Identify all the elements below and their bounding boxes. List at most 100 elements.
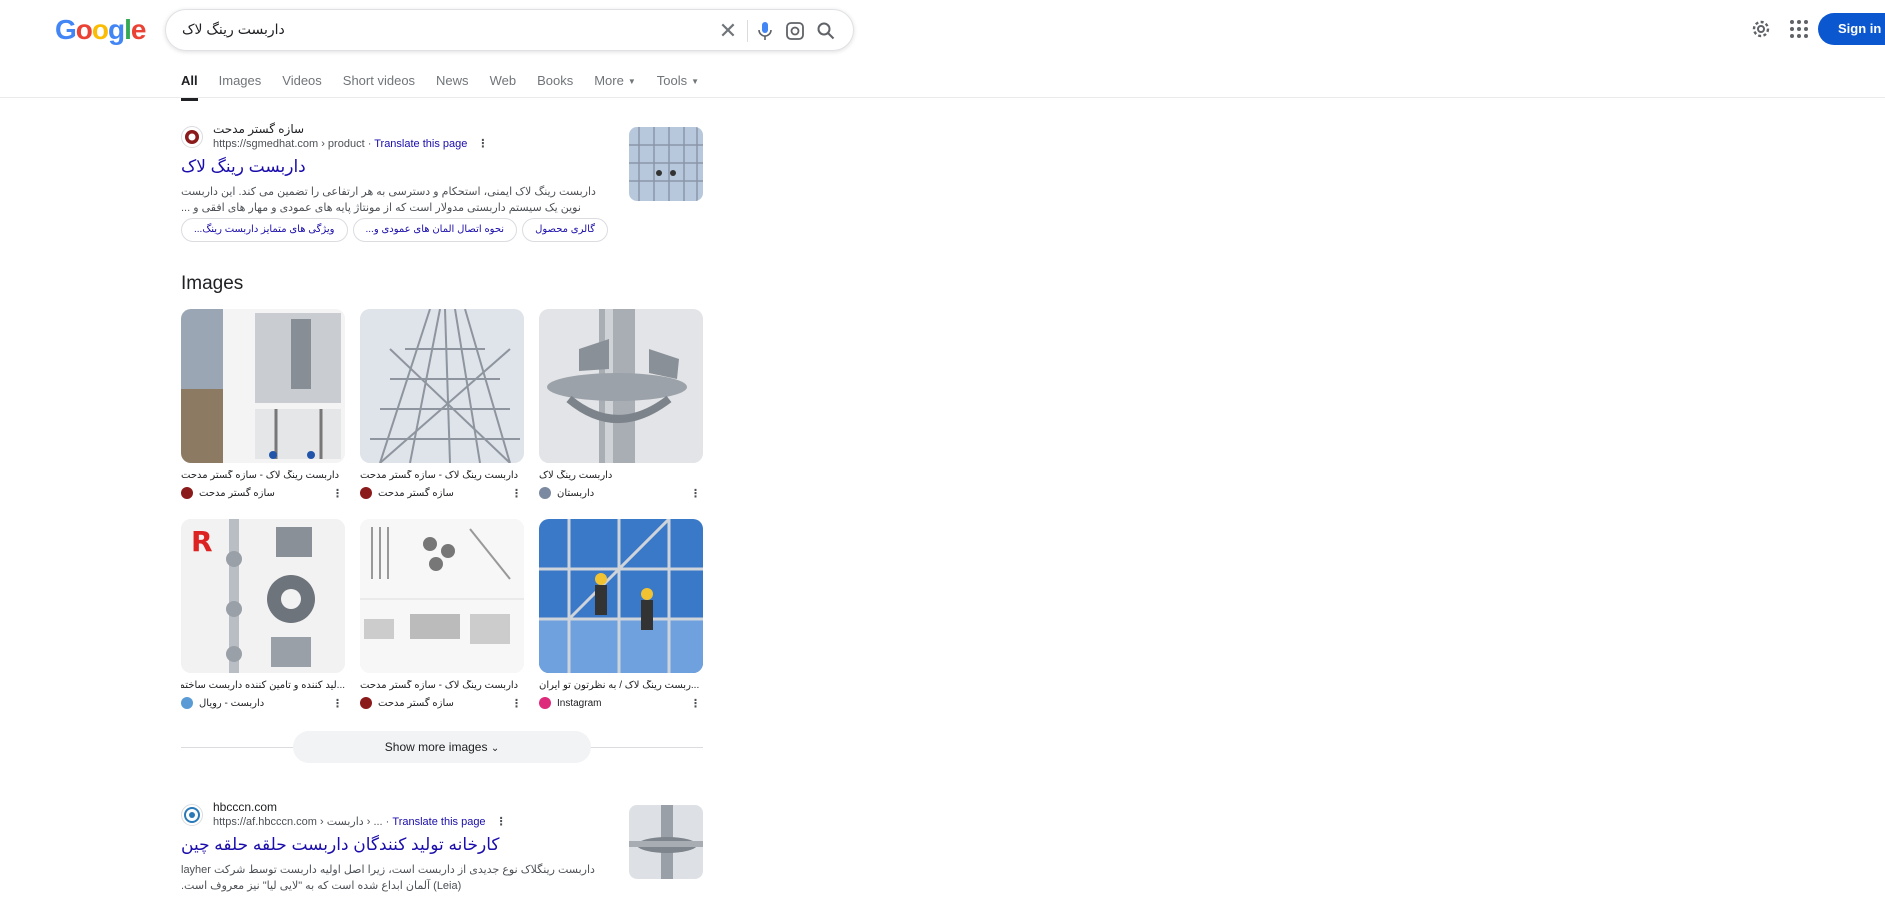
more-vert-icon[interactable]: ⋮	[511, 697, 522, 710]
tab-web[interactable]: Web	[490, 73, 517, 101]
tab-more[interactable]: More ▼	[594, 73, 636, 101]
image-source: سازه گستر مدحت ⋮	[360, 697, 524, 710]
more-vert-icon[interactable]: ⋮	[690, 487, 701, 500]
tab-all[interactable]: All	[181, 73, 198, 101]
logo-letter: G	[55, 14, 77, 45]
search-input[interactable]: داربست رینگ لاک	[182, 21, 285, 38]
image-caption: ...ربست رینگ لاک / به نظرتون تو ایران	[539, 680, 700, 691]
image-source: داربست - رویال ⋮	[181, 697, 345, 710]
google-logo[interactable]: Google	[55, 14, 147, 46]
image-thumbnail[interactable]	[360, 519, 524, 673]
image-thumbnail[interactable]	[181, 309, 345, 463]
search-icon[interactable]	[814, 19, 838, 43]
logo-letter: l	[124, 14, 132, 45]
site-name[interactable]: سازه گستر مدحت	[213, 122, 304, 136]
divider	[747, 20, 748, 42]
sitelink-chip[interactable]: گالری محصول	[522, 218, 608, 242]
result-title-link[interactable]: داربست رینگ لاک	[181, 157, 306, 177]
sign-in-button[interactable]: Sign in	[1818, 13, 1885, 45]
translate-link[interactable]: Translate this page	[374, 138, 467, 150]
source-favicon	[360, 487, 372, 499]
header: Google داربست رینگ لاک ✕ Sign in All Ima…	[0, 0, 1885, 101]
more-vert-icon[interactable]: ⋮	[690, 697, 701, 710]
source-favicon	[181, 487, 193, 499]
tab-label: Tools	[656, 73, 688, 88]
source-favicon	[539, 487, 551, 499]
logo-letter: g	[108, 14, 125, 45]
tab-label: Web	[489, 73, 517, 88]
more-vert-icon[interactable]: ⋮	[332, 697, 343, 710]
more-vert-icon[interactable]: ⋮	[477, 137, 488, 150]
tab-tools[interactable]: Tools ▼	[657, 73, 699, 101]
site-name[interactable]: hbcccn.com	[213, 800, 277, 814]
source-name: داربست - رویال	[199, 697, 265, 709]
image-card[interactable]: ...ربست رینگ لاک / به نظرتون تو ایران In…	[539, 519, 703, 710]
sitelink-chips: ویژگی های متمایز داربست رینگ... نحوه اتص…	[181, 218, 608, 242]
url-text: https://sgmedhat.com › product	[213, 138, 365, 150]
tab-label: Images	[218, 73, 262, 88]
logo-letter: o	[75, 14, 93, 45]
image-caption: داربست رینگ لاک	[539, 470, 613, 481]
svg-text:R: R	[191, 525, 213, 558]
caret-down-icon: ▼	[691, 77, 700, 87]
source-name: سازه گستر مدحت	[378, 697, 454, 709]
search-result: سازه گستر مدحت https://sgmedhat.com › pr…	[181, 122, 701, 214]
source-favicon	[360, 697, 372, 709]
tab-label: Videos	[282, 73, 322, 88]
tab-videos[interactable]: Videos	[282, 73, 322, 101]
image-thumbnail[interactable]	[539, 309, 703, 463]
tab-news[interactable]: News	[436, 73, 469, 101]
site-favicon	[181, 126, 203, 148]
image-caption: ...لید کننده و تامین کننده داربست ساختما…	[181, 680, 345, 691]
image-source: داربستان ⋮	[539, 487, 703, 500]
image-caption: داربست رینگ لاک - سازه گستر مدحت	[360, 470, 519, 481]
image-source: سازه گستر مدحت ⋮	[360, 487, 524, 500]
apps-grid-icon[interactable]	[1788, 18, 1810, 40]
show-more-images-button[interactable]: Show more images ⌄	[293, 731, 591, 763]
image-caption: داربست رینگ لاک - سازه گستر مدحت	[181, 470, 340, 481]
logo-letter: e	[130, 14, 147, 45]
clear-icon[interactable]: ✕	[716, 18, 740, 43]
tab-label: All	[181, 73, 198, 88]
url-text: https://af.hbcccn.com › داربست › ...	[213, 816, 383, 828]
chevron-down-icon: ⌄	[490, 743, 500, 754]
image-card[interactable]: R ...لید کننده و تامین کننده داربست ساخت…	[181, 519, 345, 710]
tab-short-videos[interactable]: Short videos	[343, 73, 415, 101]
result-thumbnail[interactable]	[629, 127, 703, 201]
image-card[interactable]: داربست رینگ لاک - سازه گستر مدحت سازه گس…	[181, 309, 345, 500]
image-source: سازه گستر مدحت ⋮	[181, 487, 345, 500]
image-thumbnail[interactable]: R	[181, 519, 345, 673]
tab-label: Short videos	[342, 73, 416, 88]
image-thumbnail[interactable]	[360, 309, 524, 463]
result-thumbnail[interactable]	[629, 805, 703, 879]
button-label: Show more images	[384, 740, 488, 754]
tab-books[interactable]: Books	[537, 73, 573, 101]
search-tabs: All Images Videos Short videos News Web …	[181, 73, 720, 101]
result-snippet: داربست رینگلاک نوع جدیدی از داربست است، …	[181, 864, 595, 892]
site-favicon	[181, 804, 203, 826]
caret-down-icon: ▼	[627, 77, 636, 87]
sitelink-chip[interactable]: ویژگی های متمایز داربست رینگ...	[181, 218, 348, 242]
tab-images[interactable]: Images	[219, 73, 262, 101]
image-card[interactable]: داربست رینگ لاک - سازه گستر مدحت سازه گس…	[360, 519, 524, 710]
more-vert-icon[interactable]: ⋮	[496, 815, 507, 828]
site-url: https://af.hbcccn.com › داربست › ... · T…	[213, 815, 507, 828]
sitelink-chip[interactable]: نحوه اتصال المان های عمودی و...	[352, 218, 518, 242]
image-card[interactable]: داربست رینگ لاک داربستان ⋮	[539, 309, 703, 500]
gear-icon[interactable]	[1750, 18, 1772, 40]
more-vert-icon[interactable]: ⋮	[332, 487, 343, 500]
image-source: Instagram ⋮	[539, 697, 703, 710]
source-name: Instagram	[557, 697, 602, 709]
translate-link[interactable]: Translate this page	[392, 816, 485, 828]
source-name: سازه گستر مدحت	[378, 487, 454, 499]
image-card[interactable]: داربست رینگ لاک - سازه گستر مدحت سازه گس…	[360, 309, 524, 500]
site-url: https://sgmedhat.com › product · Transla…	[213, 137, 489, 150]
search-box[interactable]: داربست رینگ لاک ✕	[165, 9, 854, 51]
search-result: hbcccn.com https://af.hbcccn.com › داربس…	[181, 800, 701, 900]
tab-label: Books	[537, 73, 574, 88]
result-title-link[interactable]: کارخانه تولید کنندگان داربست حلقه حلقه چ…	[181, 835, 500, 855]
camera-lens-icon[interactable]	[783, 19, 807, 43]
image-thumbnail[interactable]	[539, 519, 703, 673]
more-vert-icon[interactable]: ⋮	[511, 487, 522, 500]
microphone-icon[interactable]	[753, 19, 777, 43]
